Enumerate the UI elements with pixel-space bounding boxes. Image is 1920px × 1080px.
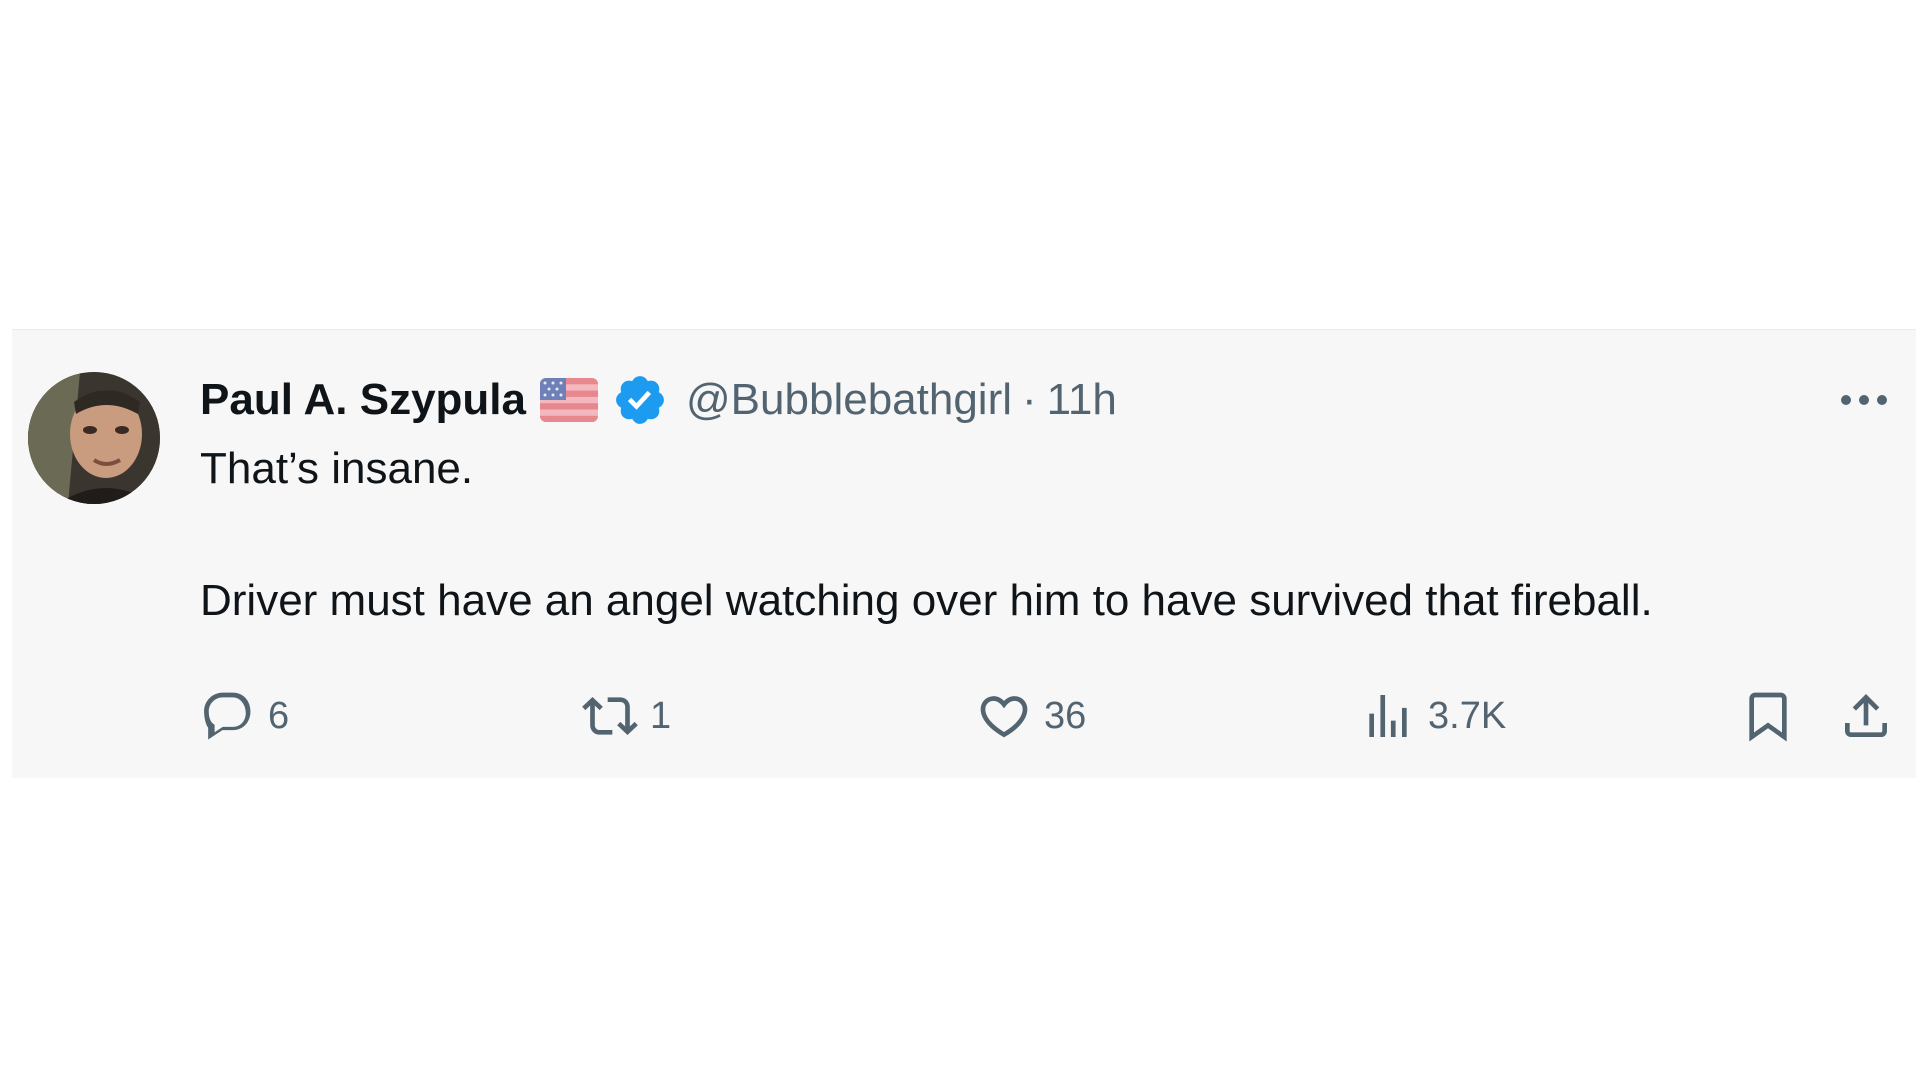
author-display-name[interactable]: Paul A. Szypula <box>200 375 526 425</box>
reply-icon <box>200 688 256 744</box>
author-handle[interactable]: @Bubblebathgirl <box>686 375 1012 425</box>
share-button[interactable] <box>1838 684 1894 748</box>
like-count: 36 <box>1044 694 1087 737</box>
more-options-icon[interactable] <box>1836 382 1892 418</box>
reply-button[interactable]: 6 <box>200 684 289 748</box>
tweet-text-line-2: Driver must have an angel watching over … <box>200 576 1653 625</box>
avatar[interactable] <box>28 372 160 504</box>
verified-badge-icon[interactable] <box>612 372 668 428</box>
retweet-count: 1 <box>650 694 672 737</box>
retweet-icon <box>582 688 638 744</box>
views-button[interactable]: 3.7K <box>1360 684 1506 748</box>
tweet-text-line-1: That’s insane. <box>200 444 474 493</box>
reply-count: 6 <box>268 694 290 737</box>
tweet-card[interactable]: Paul A. Szypula @Bubblebathgirl · 11h Th… <box>12 329 1916 778</box>
tweet-timestamp[interactable]: 11h <box>1047 375 1117 425</box>
tweet-actions: 6 1 36 3.7K <box>200 684 1900 748</box>
heart-icon <box>976 688 1032 744</box>
views-count: 3.7K <box>1428 694 1507 737</box>
tweet-header: Paul A. Szypula @Bubblebathgirl · 11h <box>200 372 1117 428</box>
tweet-text: That’s insane. Driver must have an angel… <box>200 442 1890 628</box>
share-icon <box>1838 688 1894 744</box>
paragraph-break <box>200 496 1890 574</box>
views-icon <box>1360 688 1416 744</box>
avatar-photo <box>28 372 160 504</box>
like-button[interactable]: 36 <box>976 684 1086 748</box>
retweet-button[interactable]: 1 <box>582 684 671 748</box>
bookmark-icon <box>1740 688 1796 744</box>
us-flag-icon <box>540 378 599 422</box>
bookmark-button[interactable] <box>1740 684 1796 748</box>
separator-dot: · <box>1022 375 1037 424</box>
